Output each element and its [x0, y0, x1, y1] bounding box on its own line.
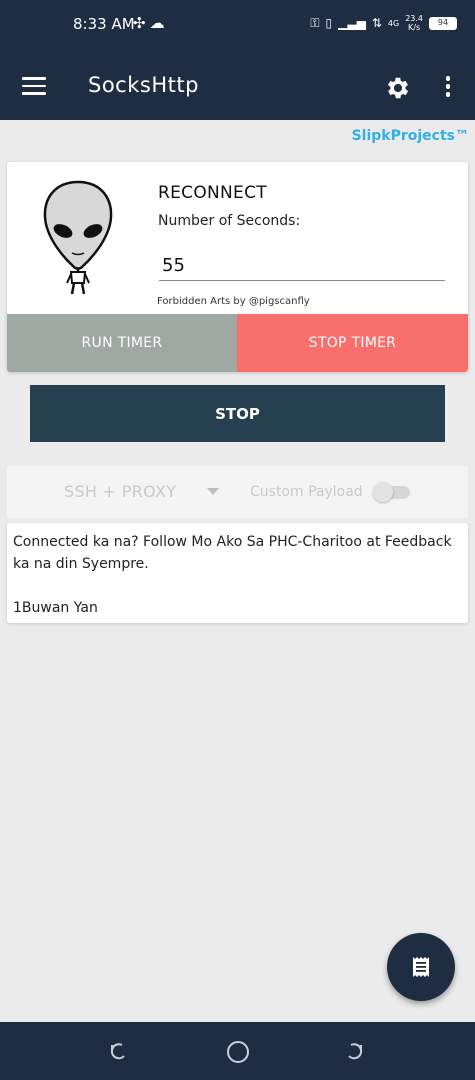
fan-icon: ✣: [133, 14, 150, 32]
alien-illustration: [43, 180, 113, 295]
reconnect-title: RECONNECT: [158, 183, 267, 203]
seconds-label: Number of Seconds:: [158, 213, 301, 229]
message-line: 1Buwan Yan: [13, 600, 98, 616]
status-bar: 8:33 AM ✣☁ ⚿ ▯ ▁▃▅ ⇅ 4G 23.4 K/s 94: [0, 0, 475, 56]
status-right-icons: ⚿ ▯ ▁▃▅ ⇅ 4G 23.4 K/s 94: [310, 14, 457, 32]
seconds-input[interactable]: [159, 250, 445, 281]
message-card: Connected ka na? Follow Mo Ako Sa PHC-Ch…: [7, 523, 468, 623]
more-vert-icon[interactable]: [443, 76, 453, 100]
options-row: SSH + PROXY Custom Payload: [7, 466, 468, 518]
reconnect-card: RECONNECT Number of Seconds: Forbidden A…: [7, 162, 468, 372]
stop-timer-button[interactable]: STOP TIMER: [237, 314, 468, 372]
log-fab-button[interactable]: [387, 933, 455, 1001]
message-line: Connected ka na? Follow Mo Ako Sa PHC-Ch…: [13, 534, 452, 550]
status-time: 8:33 AM: [73, 15, 135, 33]
mode-select[interactable]: SSH + PROXY: [64, 482, 176, 501]
app-title: SocksHttp: [88, 73, 199, 97]
net-speed: 23.4 K/s: [405, 14, 423, 32]
back-icon[interactable]: [108, 1042, 128, 1062]
net-type: 4G: [387, 18, 400, 28]
cloud-icon: ☁: [149, 14, 169, 32]
status-left-icons: ✣☁: [133, 14, 169, 32]
receipt-icon: [413, 957, 429, 977]
app-bar: SocksHttp: [0, 56, 475, 120]
navigation-bar: [0, 1022, 475, 1080]
gear-icon[interactable]: [384, 74, 412, 102]
key-icon: ⚿: [310, 15, 320, 30]
chevron-down-icon[interactable]: [207, 488, 219, 495]
custom-payload-label: Custom Payload: [250, 484, 363, 500]
signal-icon: ▁▃▅: [338, 16, 366, 30]
stop-button[interactable]: STOP: [30, 385, 445, 442]
battery-icon: 94: [429, 16, 457, 30]
home-icon[interactable]: [227, 1041, 249, 1063]
data-icon: ⇅: [371, 16, 382, 30]
message-line: ka na din Syempre.: [13, 556, 149, 572]
menu-icon[interactable]: [22, 77, 46, 97]
brand-label: SlipkProjects™: [351, 128, 469, 144]
run-timer-button[interactable]: RUN TIMER: [7, 314, 237, 372]
vibrate-icon: ▯: [325, 16, 333, 30]
recent-icon[interactable]: [345, 1042, 365, 1062]
art-credit: Forbidden Arts by @pigscanfly: [157, 296, 310, 307]
custom-payload-toggle[interactable]: [373, 482, 413, 502]
